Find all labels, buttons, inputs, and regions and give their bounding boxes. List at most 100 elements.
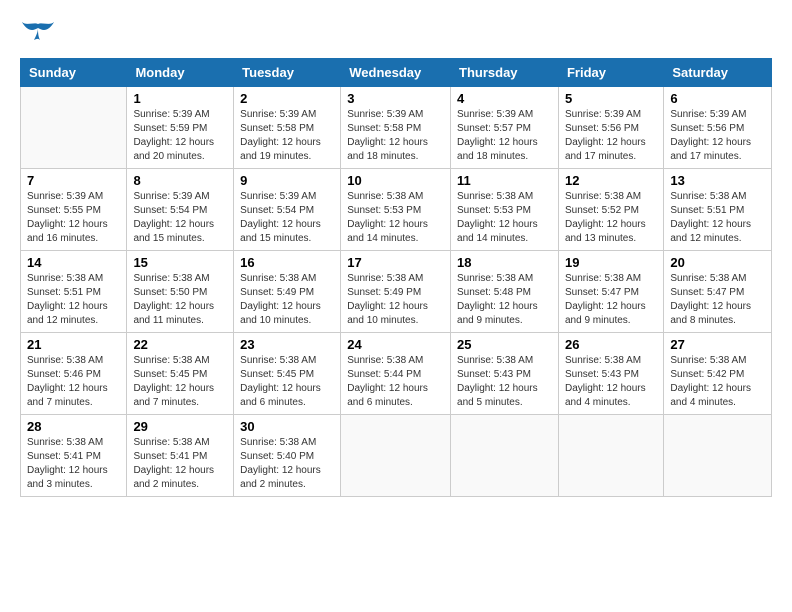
day-number: 1 [133, 91, 227, 106]
day-info: Sunrise: 5:39 AM Sunset: 5:55 PM Dayligh… [27, 190, 120, 246]
day-info: Sunrise: 5:38 AM Sunset: 5:49 PM Dayligh… [347, 272, 444, 328]
day-number: 26 [565, 337, 657, 352]
weekday-header-thursday: Thursday [451, 59, 559, 87]
calendar-cell: 25 Sunrise: 5:38 AM Sunset: 5:43 PM Dayli… [451, 333, 559, 415]
calendar-cell: 21 Sunrise: 5:38 AM Sunset: 5:46 PM Dayli… [21, 333, 127, 415]
calendar-cell: 18 Sunrise: 5:38 AM Sunset: 5:48 PM Dayli… [451, 251, 559, 333]
day-info: Sunrise: 5:38 AM Sunset: 5:44 PM Dayligh… [347, 354, 444, 410]
calendar-cell: 9 Sunrise: 5:39 AM Sunset: 5:54 PM Daylig… [234, 169, 341, 251]
weekday-header-tuesday: Tuesday [234, 59, 341, 87]
calendar-cell: 3 Sunrise: 5:39 AM Sunset: 5:58 PM Daylig… [341, 87, 451, 169]
day-number: 27 [670, 337, 765, 352]
calendar-cell: 10Sunrise: 5:38 AM Sunset: 5:53 PM Dayli… [341, 169, 451, 251]
day-info: Sunrise: 5:39 AM Sunset: 5:54 PM Dayligh… [240, 190, 334, 246]
day-number: 19 [565, 255, 657, 270]
calendar-cell: 5 Sunrise: 5:39 AM Sunset: 5:56 PM Daylig… [558, 87, 663, 169]
day-info: Sunrise: 5:39 AM Sunset: 5:56 PM Dayligh… [565, 108, 657, 164]
day-number: 6 [670, 91, 765, 106]
day-info: Sunrise: 5:38 AM Sunset: 5:47 PM Dayligh… [670, 272, 765, 328]
day-info: Sunrise: 5:38 AM Sunset: 5:45 PM Dayligh… [133, 354, 227, 410]
calendar-cell: 23 Sunrise: 5:38 AM Sunset: 5:45 PM Dayli… [234, 333, 341, 415]
logo [20, 20, 60, 48]
day-number: 4 [457, 91, 552, 106]
day-info: Sunrise: 5:38 AM Sunset: 5:50 PM Dayligh… [133, 272, 227, 328]
calendar-cell: 11Sunrise: 5:38 AM Sunset: 5:53 PM Dayli… [451, 169, 559, 251]
day-info: Sunrise: 5:38 AM Sunset: 5:53 PM Dayligh… [457, 190, 552, 246]
day-number: 15 [133, 255, 227, 270]
day-number: 14 [27, 255, 120, 270]
day-number: 23 [240, 337, 334, 352]
calendar-cell [664, 415, 772, 497]
day-number: 16 [240, 255, 334, 270]
calendar-cell: 4 Sunrise: 5:39 AM Sunset: 5:57 PM Daylig… [451, 87, 559, 169]
week-row-1: 1Sunrise: 5:39 AM Sunset: 5:59 PM Daylig… [21, 87, 772, 169]
page-header [20, 20, 772, 48]
calendar-cell: 26Sunrise: 5:38 AM Sunset: 5:43 PM Dayli… [558, 333, 663, 415]
day-info: Sunrise: 5:38 AM Sunset: 5:45 PM Dayligh… [240, 354, 334, 410]
day-info: Sunrise: 5:38 AM Sunset: 5:48 PM Dayligh… [457, 272, 552, 328]
weekday-header-saturday: Saturday [664, 59, 772, 87]
day-number: 17 [347, 255, 444, 270]
calendar-cell: 14 Sunrise: 5:38 AM Sunset: 5:51 PM Dayli… [21, 251, 127, 333]
calendar-cell [21, 87, 127, 169]
day-number: 20 [670, 255, 765, 270]
day-info: Sunrise: 5:39 AM Sunset: 5:56 PM Dayligh… [670, 108, 765, 164]
day-number: 21 [27, 337, 120, 352]
day-number: 10 [347, 173, 444, 188]
day-number: 9 [240, 173, 334, 188]
calendar-cell: 2 Sunrise: 5:39 AM Sunset: 5:58 PM Daylig… [234, 87, 341, 169]
day-number: 7 [27, 173, 120, 188]
calendar-cell: 15 Sunrise: 5:38 AM Sunset: 5:50 PM Dayli… [127, 251, 234, 333]
calendar-cell: 17 Sunrise: 5:38 AM Sunset: 5:49 PM Dayli… [341, 251, 451, 333]
day-number: 13 [670, 173, 765, 188]
weekday-header-monday: Monday [127, 59, 234, 87]
day-number: 28 [27, 419, 120, 434]
calendar-cell: 24Sunrise: 5:38 AM Sunset: 5:44 PM Dayli… [341, 333, 451, 415]
weekday-header-row: SundayMondayTuesdayWednesdayThursdayFrid… [21, 59, 772, 87]
logo-icon [20, 20, 56, 48]
day-info: Sunrise: 5:38 AM Sunset: 5:41 PM Dayligh… [27, 436, 120, 492]
calendar-cell [451, 415, 559, 497]
day-info: Sunrise: 5:38 AM Sunset: 5:47 PM Dayligh… [565, 272, 657, 328]
day-info: Sunrise: 5:38 AM Sunset: 5:41 PM Dayligh… [133, 436, 227, 492]
calendar-cell: 13 Sunrise: 5:38 AM Sunset: 5:51 PM Dayli… [664, 169, 772, 251]
day-info: Sunrise: 5:39 AM Sunset: 5:58 PM Dayligh… [347, 108, 444, 164]
calendar-cell [558, 415, 663, 497]
calendar-cell: 16 Sunrise: 5:38 AM Sunset: 5:49 PM Dayli… [234, 251, 341, 333]
day-number: 3 [347, 91, 444, 106]
calendar-cell: 12Sunrise: 5:38 AM Sunset: 5:52 PM Dayli… [558, 169, 663, 251]
day-number: 8 [133, 173, 227, 188]
day-number: 2 [240, 91, 334, 106]
day-info: Sunrise: 5:38 AM Sunset: 5:40 PM Dayligh… [240, 436, 334, 492]
day-info: Sunrise: 5:39 AM Sunset: 5:54 PM Dayligh… [133, 190, 227, 246]
day-number: 5 [565, 91, 657, 106]
calendar-cell: 19 Sunrise: 5:38 AM Sunset: 5:47 PM Dayli… [558, 251, 663, 333]
day-number: 25 [457, 337, 552, 352]
calendar-cell: 29 Sunrise: 5:38 AM Sunset: 5:41 PM Dayli… [127, 415, 234, 497]
day-info: Sunrise: 5:38 AM Sunset: 5:49 PM Dayligh… [240, 272, 334, 328]
week-row-4: 21 Sunrise: 5:38 AM Sunset: 5:46 PM Dayli… [21, 333, 772, 415]
day-number: 18 [457, 255, 552, 270]
weekday-header-friday: Friday [558, 59, 663, 87]
week-row-2: 7 Sunrise: 5:39 AM Sunset: 5:55 PM Daylig… [21, 169, 772, 251]
calendar-table: SundayMondayTuesdayWednesdayThursdayFrid… [20, 58, 772, 497]
day-info: Sunrise: 5:38 AM Sunset: 5:51 PM Dayligh… [670, 190, 765, 246]
day-info: Sunrise: 5:39 AM Sunset: 5:58 PM Dayligh… [240, 108, 334, 164]
calendar-cell: 30 Sunrise: 5:38 AM Sunset: 5:40 PM Dayli… [234, 415, 341, 497]
calendar-cell [341, 415, 451, 497]
calendar-cell: 8 Sunrise: 5:39 AM Sunset: 5:54 PM Daylig… [127, 169, 234, 251]
weekday-header-sunday: Sunday [21, 59, 127, 87]
day-number: 29 [133, 419, 227, 434]
calendar-cell: 22Sunrise: 5:38 AM Sunset: 5:45 PM Dayli… [127, 333, 234, 415]
calendar-cell: 1Sunrise: 5:39 AM Sunset: 5:59 PM Daylig… [127, 87, 234, 169]
calendar-cell: 28 Sunrise: 5:38 AM Sunset: 5:41 PM Dayli… [21, 415, 127, 497]
day-number: 30 [240, 419, 334, 434]
day-info: Sunrise: 5:38 AM Sunset: 5:42 PM Dayligh… [670, 354, 765, 410]
calendar-cell: 20 Sunrise: 5:38 AM Sunset: 5:47 PM Dayli… [664, 251, 772, 333]
day-info: Sunrise: 5:38 AM Sunset: 5:46 PM Dayligh… [27, 354, 120, 410]
day-info: Sunrise: 5:38 AM Sunset: 5:43 PM Dayligh… [457, 354, 552, 410]
calendar-cell: 27 Sunrise: 5:38 AM Sunset: 5:42 PM Dayli… [664, 333, 772, 415]
day-info: Sunrise: 5:38 AM Sunset: 5:51 PM Dayligh… [27, 272, 120, 328]
calendar-cell: 6 Sunrise: 5:39 AM Sunset: 5:56 PM Daylig… [664, 87, 772, 169]
day-info: Sunrise: 5:39 AM Sunset: 5:57 PM Dayligh… [457, 108, 552, 164]
